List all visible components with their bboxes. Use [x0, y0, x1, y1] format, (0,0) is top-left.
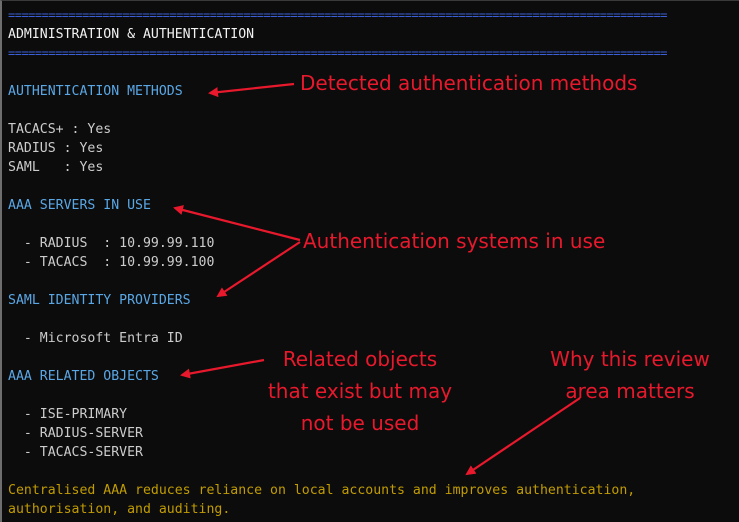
arrow-to-saml-providers	[216, 241, 301, 298]
arrow-to-auth-methods	[208, 82, 295, 98]
annotation-arrows	[173, 82, 581, 476]
arrow-to-aaa-objects	[180, 358, 265, 379]
arrow-to-aaa-servers	[173, 205, 301, 242]
arrow-to-summary	[465, 397, 581, 476]
